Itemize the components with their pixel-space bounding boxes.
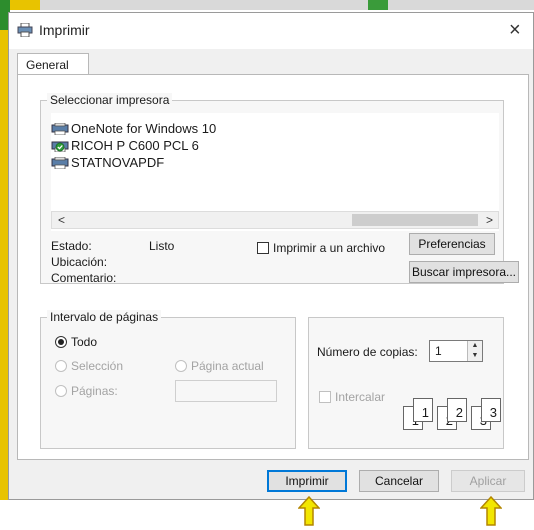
page-range-selection-label[interactable]: Selección — [71, 359, 123, 373]
collate-page: 1 — [413, 398, 433, 422]
comment-label: Comentario: — [51, 271, 117, 285]
apply-button: Aplicar — [451, 470, 525, 492]
page-range-all-label[interactable]: Todo — [71, 335, 97, 349]
page-range-all-radio[interactable] — [55, 336, 67, 348]
page-range-pages-label[interactable]: Páginas: — [71, 384, 118, 398]
print-to-file-checkbox[interactable] — [257, 242, 269, 254]
copies-group: Número de copias: 1 ▲ ▼ Intercalar 1 1 2… — [308, 317, 504, 449]
print-button[interactable]: Imprimir — [267, 470, 347, 492]
page-range-label: Intervalo de páginas — [47, 310, 162, 324]
printer-item-onenote[interactable]: OneNote for Windows 10 — [51, 121, 216, 137]
printer-default-icon — [51, 141, 69, 152]
close-icon[interactable]: × — [509, 18, 521, 42]
page-range-current-radio[interactable] — [175, 360, 187, 372]
copies-label: Número de copias: — [317, 345, 418, 359]
printer-list: OneNote for Windows 10 RICOH P C600 PCL … — [51, 113, 499, 231]
copies-value: 1 — [435, 344, 442, 358]
collate-page: 3 — [481, 398, 501, 422]
scrollbar-thumb[interactable] — [352, 214, 478, 226]
printer-name: STATNOVAPDF — [71, 155, 165, 170]
tab-general[interactable]: General — [17, 53, 89, 75]
collate-page: 2 — [447, 398, 467, 422]
print-dialog: Imprimir × General Seleccionar impresora… — [8, 12, 534, 500]
printer-name: RICOH P C600 PCL 6 — [71, 138, 199, 153]
printer-selection-label: Seleccionar impresora — [47, 93, 173, 107]
page-range-selection-radio[interactable] — [55, 360, 67, 372]
pages-input[interactable] — [175, 380, 277, 402]
scroll-left-icon[interactable]: < — [58, 213, 65, 227]
copies-spinner[interactable]: 1 ▲ ▼ — [429, 340, 483, 362]
collate-checkbox[interactable] — [319, 391, 331, 403]
cancel-button[interactable]: Cancelar — [359, 470, 439, 492]
status-label: Estado: — [51, 239, 92, 253]
title-bar: Imprimir × — [9, 13, 533, 49]
printer-list-scrollbar[interactable]: < > — [51, 211, 499, 229]
printer-icon — [51, 157, 69, 169]
page-range-pages-radio[interactable] — [55, 385, 67, 397]
printer-item-statnovapdf[interactable]: STATNOVAPDF — [51, 155, 164, 171]
desktop-background-top — [0, 0, 534, 10]
page-range-current-label[interactable]: Página actual — [191, 359, 264, 373]
location-label: Ubicación: — [51, 255, 108, 269]
scroll-right-icon[interactable]: > — [486, 213, 493, 227]
print-to-file-label[interactable]: Imprimir a un archivo — [273, 241, 385, 255]
tab-panel-general: Seleccionar impresora OneNote for Window… — [17, 74, 529, 460]
preferences-button[interactable]: Preferencias — [409, 233, 495, 255]
annotation-arrow-up-icon — [298, 496, 320, 526]
collate-label[interactable]: Intercalar — [335, 390, 385, 404]
printer-name: OneNote for Windows 10 — [71, 121, 217, 136]
printer-item-ricoh[interactable]: RICOH P C600 PCL 6 — [51, 138, 199, 154]
printer-icon — [51, 123, 69, 135]
page-range-group: Intervalo de páginas Todo Selección Pági… — [40, 310, 296, 449]
collate-illustration-icon: 1 1 2 2 3 3 — [403, 396, 501, 436]
status-value: Listo — [149, 239, 175, 253]
spinner-up-icon[interactable]: ▲ — [467, 341, 482, 351]
window-title: Imprimir — [39, 22, 90, 38]
printer-icon — [17, 23, 33, 37]
find-printer-button[interactable]: Buscar impresora... — [409, 261, 519, 283]
spinner-down-icon[interactable]: ▼ — [467, 351, 482, 361]
printer-selection-group: Seleccionar impresora OneNote for Window… — [40, 93, 519, 285]
annotation-arrow-up-icon — [480, 496, 502, 526]
